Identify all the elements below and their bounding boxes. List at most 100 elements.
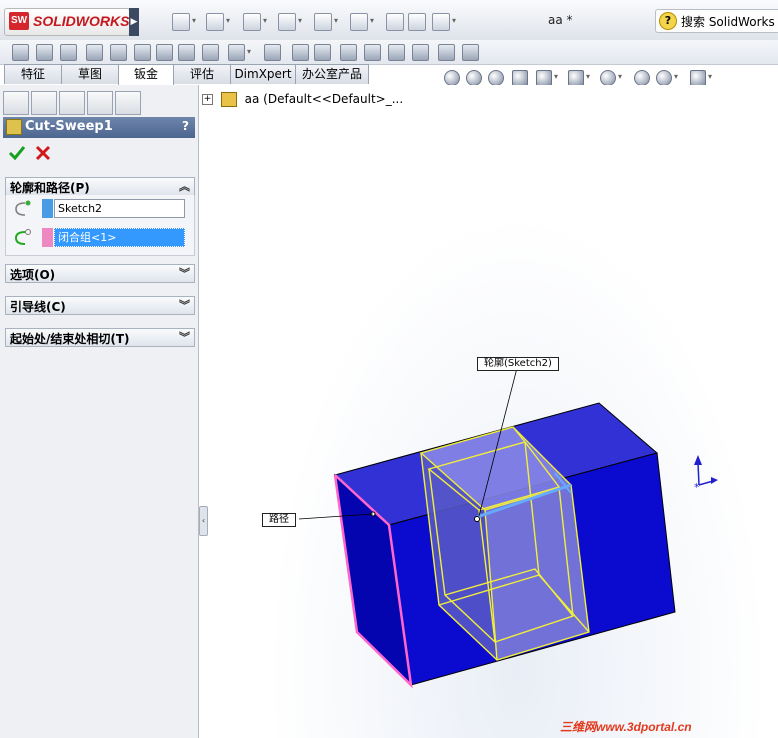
property-manager-title: Cut-Sweep1 — [25, 119, 113, 134]
new-document-icon[interactable] — [172, 13, 190, 31]
print-dropdown-icon[interactable]: ▾ — [298, 16, 302, 25]
view-settings-icon[interactable] — [690, 70, 706, 86]
select-icon[interactable] — [350, 13, 368, 31]
tab-sketch[interactable]: 草图 — [61, 64, 119, 84]
no-bends-icon[interactable] — [438, 44, 455, 61]
corners-dropdown-icon[interactable]: ▾ — [247, 47, 251, 56]
rebuild-icon[interactable] — [386, 13, 404, 31]
section-label: 引导线(C) — [10, 300, 66, 314]
section-label: 轮廓和路径(P) — [10, 181, 90, 195]
corners-icon[interactable] — [228, 44, 245, 61]
view-orientation-icon[interactable] — [536, 70, 552, 86]
options-dropdown-icon[interactable]: ▾ — [452, 16, 456, 25]
tab-sheet-metal[interactable]: 钣金 — [118, 64, 174, 86]
convert-to-sheet-metal-icon[interactable] — [36, 44, 53, 61]
hide-show-items-icon[interactable] — [600, 70, 616, 86]
property-manager-tab-icon[interactable] — [31, 91, 57, 115]
manager-tabs — [3, 91, 195, 115]
section-label: 起始处/结束处相切(T) — [10, 332, 130, 346]
profile-callout[interactable]: 轮廓(Sketch2) — [477, 357, 559, 371]
print-icon[interactable] — [278, 13, 296, 31]
help-button[interactable]: ? — [182, 119, 189, 133]
open-dropdown-icon[interactable]: ▾ — [226, 16, 230, 25]
menu-expand-arrow-icon[interactable]: ▶ — [129, 8, 139, 36]
expand-chevron-icon[interactable]: ︾ — [179, 297, 190, 313]
edge-flange-icon[interactable] — [86, 44, 103, 61]
section-label: 选项(O) — [10, 268, 56, 282]
display-style-icon[interactable] — [568, 70, 584, 86]
unfold-icon[interactable] — [364, 44, 381, 61]
fold-icon[interactable] — [388, 44, 405, 61]
rip-icon[interactable] — [462, 44, 479, 61]
select-dropdown-icon[interactable]: ▾ — [370, 16, 374, 25]
view-orientation-dropdown-icon[interactable]: ▾ — [554, 72, 558, 81]
zoom-to-fit-icon[interactable] — [444, 70, 460, 86]
cross-break-icon[interactable] — [202, 44, 219, 61]
ok-checkmark-icon[interactable] — [8, 144, 26, 162]
undo-icon[interactable] — [314, 13, 332, 31]
view-settings-dropdown-icon[interactable]: ▾ — [708, 72, 712, 81]
vent-icon[interactable] — [340, 44, 357, 61]
apply-scene-icon[interactable] — [656, 70, 672, 86]
profile-color-swatch — [42, 199, 53, 218]
solidworks-menu-button[interactable]: SW SOLIDWORKS — [4, 8, 130, 36]
hide-show-dropdown-icon[interactable]: ▾ — [618, 72, 622, 81]
edit-appearance-icon[interactable] — [634, 70, 650, 86]
miter-flange-icon[interactable] — [110, 44, 127, 61]
watermark-text: 三维网www.3dportal.cn — [560, 720, 692, 734]
path-field[interactable]: 闭合组<1> — [54, 228, 185, 247]
file-properties-icon[interactable] — [408, 13, 426, 31]
tab-features[interactable]: 特征 — [4, 64, 62, 84]
cancel-x-icon[interactable] — [34, 144, 52, 162]
profile-field[interactable]: Sketch2 — [54, 199, 185, 218]
save-dropdown-icon[interactable]: ▾ — [263, 16, 267, 25]
hem-icon[interactable] — [134, 44, 151, 61]
save-icon[interactable] — [243, 13, 261, 31]
svg-text:*: * — [694, 481, 700, 494]
profile-selector-icon — [15, 200, 31, 216]
dimxpert-manager-tab-icon[interactable] — [87, 91, 113, 115]
forming-tool-icon[interactable] — [264, 44, 281, 61]
tab-dimxpert[interactable]: DimXpert — [230, 64, 296, 84]
sketched-bend-icon[interactable] — [156, 44, 173, 61]
cut-sweep-feature-icon — [6, 119, 22, 135]
apply-scene-dropdown-icon[interactable]: ▾ — [674, 72, 678, 81]
new-dropdown-icon[interactable]: ▾ — [192, 16, 196, 25]
help-question-icon: ? — [659, 12, 677, 30]
collapse-chevron-icon[interactable]: ︽ — [179, 178, 190, 194]
path-color-swatch — [42, 228, 53, 247]
feature-manager-tab-icon[interactable] — [3, 91, 29, 115]
help-search-box[interactable]: ? 搜索 SolidWorks 帮助 — [655, 9, 778, 33]
lofted-bend-icon[interactable] — [60, 44, 77, 61]
document-title: aa * — [548, 13, 573, 27]
command-tabs: 特征 草图 钣金 评估 DimXpert 办公室产品 — [0, 64, 370, 86]
tab-evaluate[interactable]: 评估 — [173, 64, 231, 84]
base-flange-icon[interactable] — [12, 44, 29, 61]
section-options[interactable]: 选项(O) ︾ — [5, 264, 195, 283]
tab-office-products[interactable]: 办公室产品 — [295, 64, 369, 84]
section-view-icon[interactable] — [512, 70, 528, 86]
solidworks-logo-text: SOLIDWORKS — [33, 13, 130, 29]
display-manager-tab-icon[interactable] — [115, 91, 141, 115]
extruded-cut-icon[interactable] — [292, 44, 309, 61]
help-search-text: 搜索 SolidWorks 帮助 — [681, 15, 778, 29]
section-guide-curves[interactable]: 引导线(C) ︾ — [5, 296, 195, 315]
open-icon[interactable] — [206, 13, 224, 31]
solidworks-logo-icon: SW — [9, 12, 29, 30]
expand-chevron-icon[interactable]: ︾ — [179, 329, 190, 345]
previous-view-icon[interactable] — [488, 70, 504, 86]
section-start-end-tangency[interactable]: 起始处/结束处相切(T) ︾ — [5, 328, 195, 347]
jog-icon[interactable] — [178, 44, 195, 61]
axis-triad-icon: * — [694, 455, 718, 494]
path-callout[interactable]: 路径 — [262, 513, 296, 527]
property-manager-header: Cut-Sweep1 ? — [3, 117, 195, 138]
undo-dropdown-icon[interactable]: ▾ — [334, 16, 338, 25]
section-profile-and-path[interactable]: 轮廓和路径(P) ︽ — [5, 177, 195, 196]
simple-hole-icon[interactable] — [314, 44, 331, 61]
configuration-manager-tab-icon[interactable] — [59, 91, 85, 115]
options-icon[interactable] — [432, 13, 450, 31]
display-style-dropdown-icon[interactable]: ▾ — [586, 72, 590, 81]
expand-chevron-icon[interactable]: ︾ — [179, 265, 190, 281]
flatten-icon[interactable] — [412, 44, 429, 61]
zoom-to-area-icon[interactable] — [466, 70, 482, 86]
